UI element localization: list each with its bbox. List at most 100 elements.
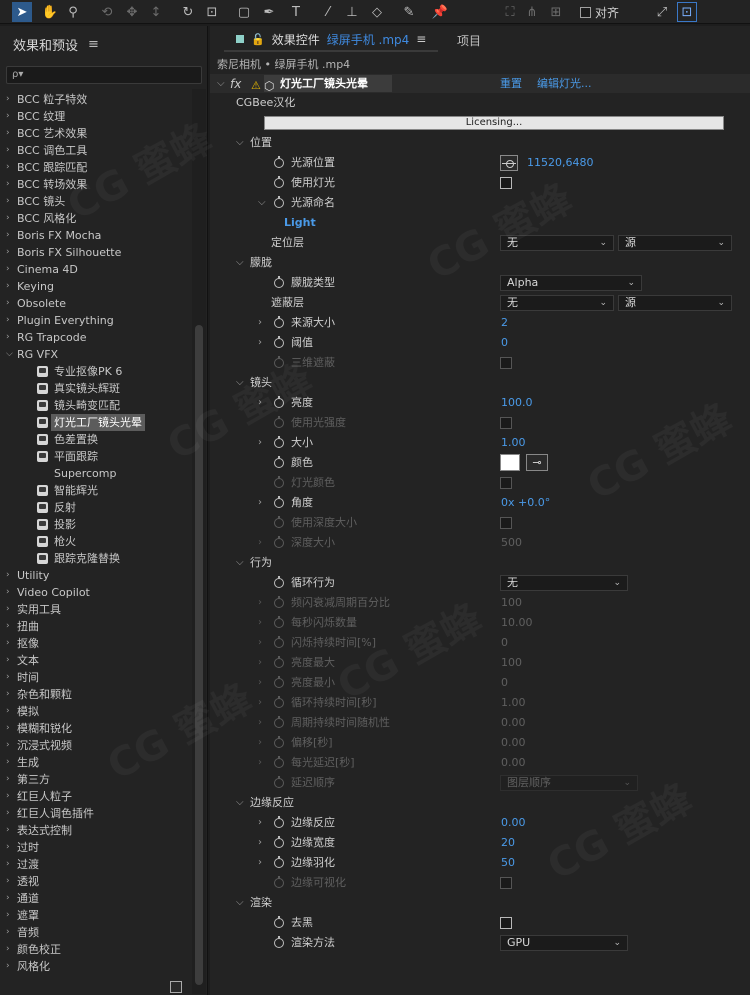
chevron-right-icon[interactable]: › (6, 227, 10, 244)
stopwatch-icon[interactable] (274, 336, 284, 348)
chevron-right-icon[interactable]: › (6, 941, 10, 958)
new-bin-icon[interactable] (170, 981, 182, 993)
tree-item[interactable]: › Utility (0, 567, 190, 584)
chevron-right-icon[interactable]: › (6, 754, 10, 771)
tree-item[interactable]: › 时间 (0, 669, 190, 686)
tree-item[interactable]: › BCC 跟踪匹配 (0, 159, 190, 176)
chevron-down-icon[interactable]: ⌵ (258, 193, 266, 213)
roto-brush-icon[interactable]: ✎ (399, 2, 419, 22)
tree-child-item[interactable]: 投影 (0, 516, 190, 533)
pan-camera-icon[interactable]: ✥ (122, 2, 142, 22)
tree-child-item[interactable]: 镜头畸变匹配 (0, 397, 190, 414)
dolly-camera-icon[interactable]: ↕ (146, 2, 166, 22)
stopwatch-icon[interactable] (274, 816, 284, 828)
tree-item[interactable]: › 红巨人粒子 (0, 788, 190, 805)
stopwatch-icon[interactable] (274, 396, 284, 408)
locate-source-dropdown[interactable]: 源 ⌄ (618, 235, 732, 251)
chevron-right-icon[interactable]: › (6, 618, 10, 635)
chevron-right-icon[interactable]: › (258, 313, 262, 333)
chevron-right-icon[interactable]: › (6, 686, 10, 703)
param-value[interactable]: 1.00 (501, 433, 526, 453)
stopwatch-icon[interactable] (274, 316, 284, 328)
snap-toggle[interactable]: 对齐 (580, 3, 619, 21)
hand-tool-icon[interactable]: ✋ (40, 2, 60, 22)
param-value[interactable]: 20 (501, 833, 515, 853)
crosshair-icon[interactable] (500, 155, 518, 171)
chevron-right-icon[interactable]: › (6, 652, 10, 669)
chevron-right-icon[interactable]: › (6, 907, 10, 924)
remove-black-checkbox[interactable] (500, 917, 512, 929)
scrollbar[interactable] (192, 89, 206, 994)
tree-child-item[interactable]: 真实镜头辉斑 (0, 380, 190, 397)
chevron-right-icon[interactable]: › (6, 567, 10, 584)
chevron-right-icon[interactable]: › (6, 312, 10, 329)
brush-tool-icon[interactable]: ⁄ (318, 2, 338, 22)
color-swatch[interactable] (500, 454, 520, 471)
chevron-right-icon[interactable]: › (6, 873, 10, 890)
tree-item[interactable]: › Keying (0, 278, 190, 295)
tree-item[interactable]: › BCC 艺术效果 (0, 125, 190, 142)
chevron-right-icon[interactable]: › (6, 329, 10, 346)
tree-item[interactable]: › 音频 (0, 924, 190, 941)
chevron-right-icon[interactable]: › (258, 833, 262, 853)
param-value[interactable]: 100.0 (501, 393, 533, 413)
eyedropper-icon[interactable]: ⊸ (526, 454, 548, 471)
tree-item[interactable]: › 通道 (0, 890, 190, 907)
tree-child-item[interactable]: 跟踪克隆替换 (0, 550, 190, 567)
chevron-down-icon[interactable]: ⌵ (236, 893, 244, 913)
mask-layer-dropdown[interactable]: 无 ⌄ (500, 295, 614, 311)
axis-view-icon[interactable]: ⊞ (546, 2, 566, 22)
tree-child-item[interactable]: 平面跟踪 (0, 448, 190, 465)
chevron-right-icon[interactable]: › (6, 125, 10, 142)
tab-project[interactable]: 项目 (457, 32, 481, 49)
reset-link[interactable]: 重置 (500, 74, 522, 94)
tree-item[interactable]: › Cinema 4D (0, 261, 190, 278)
tree-item[interactable]: › 过时 (0, 839, 190, 856)
pen-tool-icon[interactable]: ✒ (259, 2, 279, 22)
tree-item[interactable]: › Boris FX Mocha (0, 227, 190, 244)
render-method-dropdown[interactable]: GPU ⌄ (500, 935, 628, 951)
loop-behavior-dropdown[interactable]: 无 ⌄ (500, 575, 628, 591)
chevron-right-icon[interactable]: › (6, 210, 10, 227)
chevron-right-icon[interactable]: › (258, 393, 262, 413)
chevron-down-icon[interactable]: ⌵ (217, 74, 225, 94)
tree-item[interactable]: › RG Trapcode (0, 329, 190, 346)
tree-item[interactable]: › Video Copilot (0, 584, 190, 601)
light-name-value[interactable]: Light (284, 213, 316, 233)
group-mask[interactable]: ⌵ 朦胧 (210, 253, 750, 273)
group-render[interactable]: ⌵ 渲染 (210, 893, 750, 913)
chevron-right-icon[interactable]: › (6, 176, 10, 193)
chevron-right-icon[interactable]: › (6, 108, 10, 125)
param-value[interactable]: 0x +0.0° (501, 493, 550, 513)
group-behavior[interactable]: ⌵ 行为 (210, 553, 750, 573)
chevron-right-icon[interactable]: › (6, 822, 10, 839)
edit-lights-link[interactable]: 编辑灯光... (537, 74, 592, 94)
search-input[interactable]: ρ▾ (6, 66, 202, 84)
tree-item[interactable]: › BCC 粒子特效 (0, 91, 190, 108)
tree-item[interactable]: › BCC 镜头 (0, 193, 190, 210)
chevron-right-icon[interactable]: › (6, 91, 10, 108)
scrollbar-thumb[interactable] (195, 325, 203, 985)
expand-icon[interactable]: ⤢ (652, 2, 672, 22)
param-value[interactable]: 50 (501, 853, 515, 873)
tree-item[interactable]: › 遮罩 (0, 907, 190, 924)
tree-child-item[interactable]: 智能辉光 (0, 482, 190, 499)
param-value[interactable]: 2 (501, 313, 508, 333)
stopwatch-icon[interactable] (274, 276, 284, 288)
tree-item[interactable]: › 模糊和锐化 (0, 720, 190, 737)
anchor-tool-icon[interactable]: ⊡ (202, 2, 222, 22)
tree-item[interactable]: › Boris FX Silhouette (0, 244, 190, 261)
tree-item[interactable]: › 实用工具 (0, 601, 190, 618)
stopwatch-icon[interactable] (274, 436, 284, 448)
stopwatch-icon[interactable] (274, 936, 284, 948)
param-value[interactable]: 0 (501, 333, 508, 353)
chevron-right-icon[interactable]: › (6, 669, 10, 686)
text-tool-icon[interactable]: T (286, 2, 306, 22)
locate-layer-dropdown[interactable]: 无 ⌄ (500, 235, 614, 251)
chevron-down-icon[interactable]: ⌵ (236, 373, 244, 393)
snap-checkbox[interactable] (580, 6, 591, 18)
stopwatch-icon[interactable] (274, 496, 284, 508)
stopwatch-icon[interactable] (274, 176, 284, 188)
chevron-down-icon[interactable]: ⌵ (6, 346, 13, 363)
tree-item[interactable]: › BCC 风格化 (0, 210, 190, 227)
